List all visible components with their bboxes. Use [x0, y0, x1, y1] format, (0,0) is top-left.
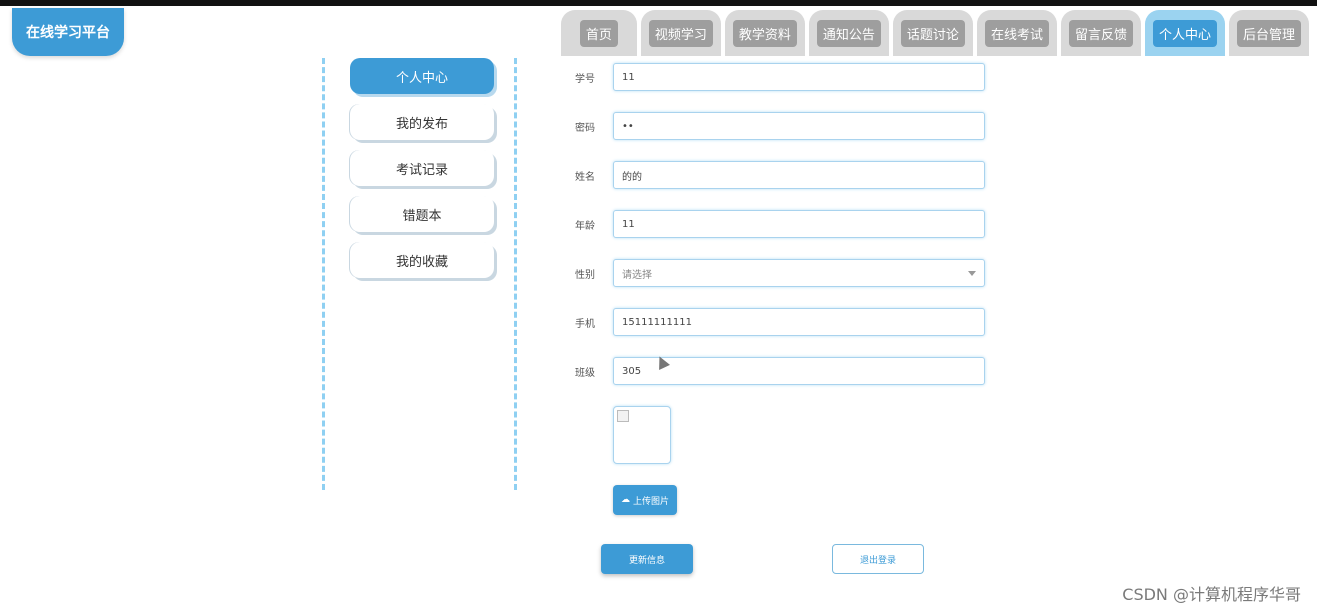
name-input[interactable]: 的的 [613, 161, 985, 189]
sidebar-divider-left [322, 58, 325, 490]
sidebar-item-my-posts[interactable]: 我的发布 [350, 104, 494, 140]
sidebar-divider-right [514, 58, 517, 490]
top-nav: 首页 视频学习 教学资料 通知公告 话题讨论 在线考试 留言反馈 个人中心 后台… [560, 10, 1309, 56]
watermark: CSDN @计算机程序华哥 [1122, 585, 1301, 604]
label-gender: 性别 [575, 269, 595, 281]
label-age: 年龄 [575, 220, 595, 232]
sidebar-item-profile[interactable]: 个人中心 [350, 58, 494, 94]
nav-tab-admin[interactable]: 后台管理 [1228, 10, 1309, 56]
nav-tab-feedback[interactable]: 留言反馈 [1060, 10, 1141, 56]
nav-tab-materials[interactable]: 教学资料 [724, 10, 805, 56]
label-password: 密码 [575, 122, 595, 134]
class-input[interactable]: 305 [613, 357, 985, 385]
logout-button[interactable]: 退出登录 [832, 544, 924, 574]
upload-image-button[interactable]: ☁ 上传图片 [613, 485, 677, 515]
app-logo[interactable]: 在线学习平台 [12, 8, 124, 56]
label-phone: 手机 [575, 318, 595, 330]
row-name: 姓名 的的 [575, 160, 985, 190]
password-input[interactable]: •• [613, 112, 985, 140]
sidebar-item-exam-records[interactable]: 考试记录 [350, 150, 494, 186]
avatar-preview [613, 406, 671, 464]
label-class: 班级 [575, 367, 595, 379]
sidebar-item-favorites[interactable]: 我的收藏 [350, 242, 494, 278]
label-student-id: 学号 [575, 73, 595, 85]
student-id-input[interactable]: 11 [613, 63, 985, 91]
nav-tab-profile[interactable]: 个人中心 [1144, 10, 1225, 56]
top-border [0, 0, 1317, 6]
gender-select[interactable]: 请选择 [613, 259, 985, 287]
row-gender: 性别 请选择 [575, 258, 985, 288]
nav-tab-notices[interactable]: 通知公告 [808, 10, 889, 56]
label-name: 姓名 [575, 171, 595, 183]
nav-tab-video[interactable]: 视频学习 [640, 10, 721, 56]
chevron-down-icon [968, 271, 976, 276]
nav-tab-home[interactable]: 首页 [560, 10, 637, 56]
phone-input[interactable]: 15111111111 [613, 308, 985, 336]
row-password: 密码 •• [575, 111, 985, 141]
row-phone: 手机 15111111111 [575, 307, 985, 337]
nav-tab-discussion[interactable]: 话题讨论 [892, 10, 973, 56]
nav-tab-exam[interactable]: 在线考试 [976, 10, 1057, 56]
row-student-id: 学号 11 [575, 62, 985, 92]
sidebar-item-wrong-questions[interactable]: 错题本 [350, 196, 494, 232]
row-age: 年龄 11 [575, 209, 985, 239]
broken-image-icon [617, 410, 629, 422]
cloud-upload-icon: ☁ [620, 495, 630, 505]
row-class: 班级 305 [575, 356, 985, 386]
update-info-button[interactable]: 更新信息 [601, 544, 693, 574]
age-input[interactable]: 11 [613, 210, 985, 238]
sidebar-menu: 个人中心 我的发布 考试记录 错题本 我的收藏 [350, 58, 500, 288]
